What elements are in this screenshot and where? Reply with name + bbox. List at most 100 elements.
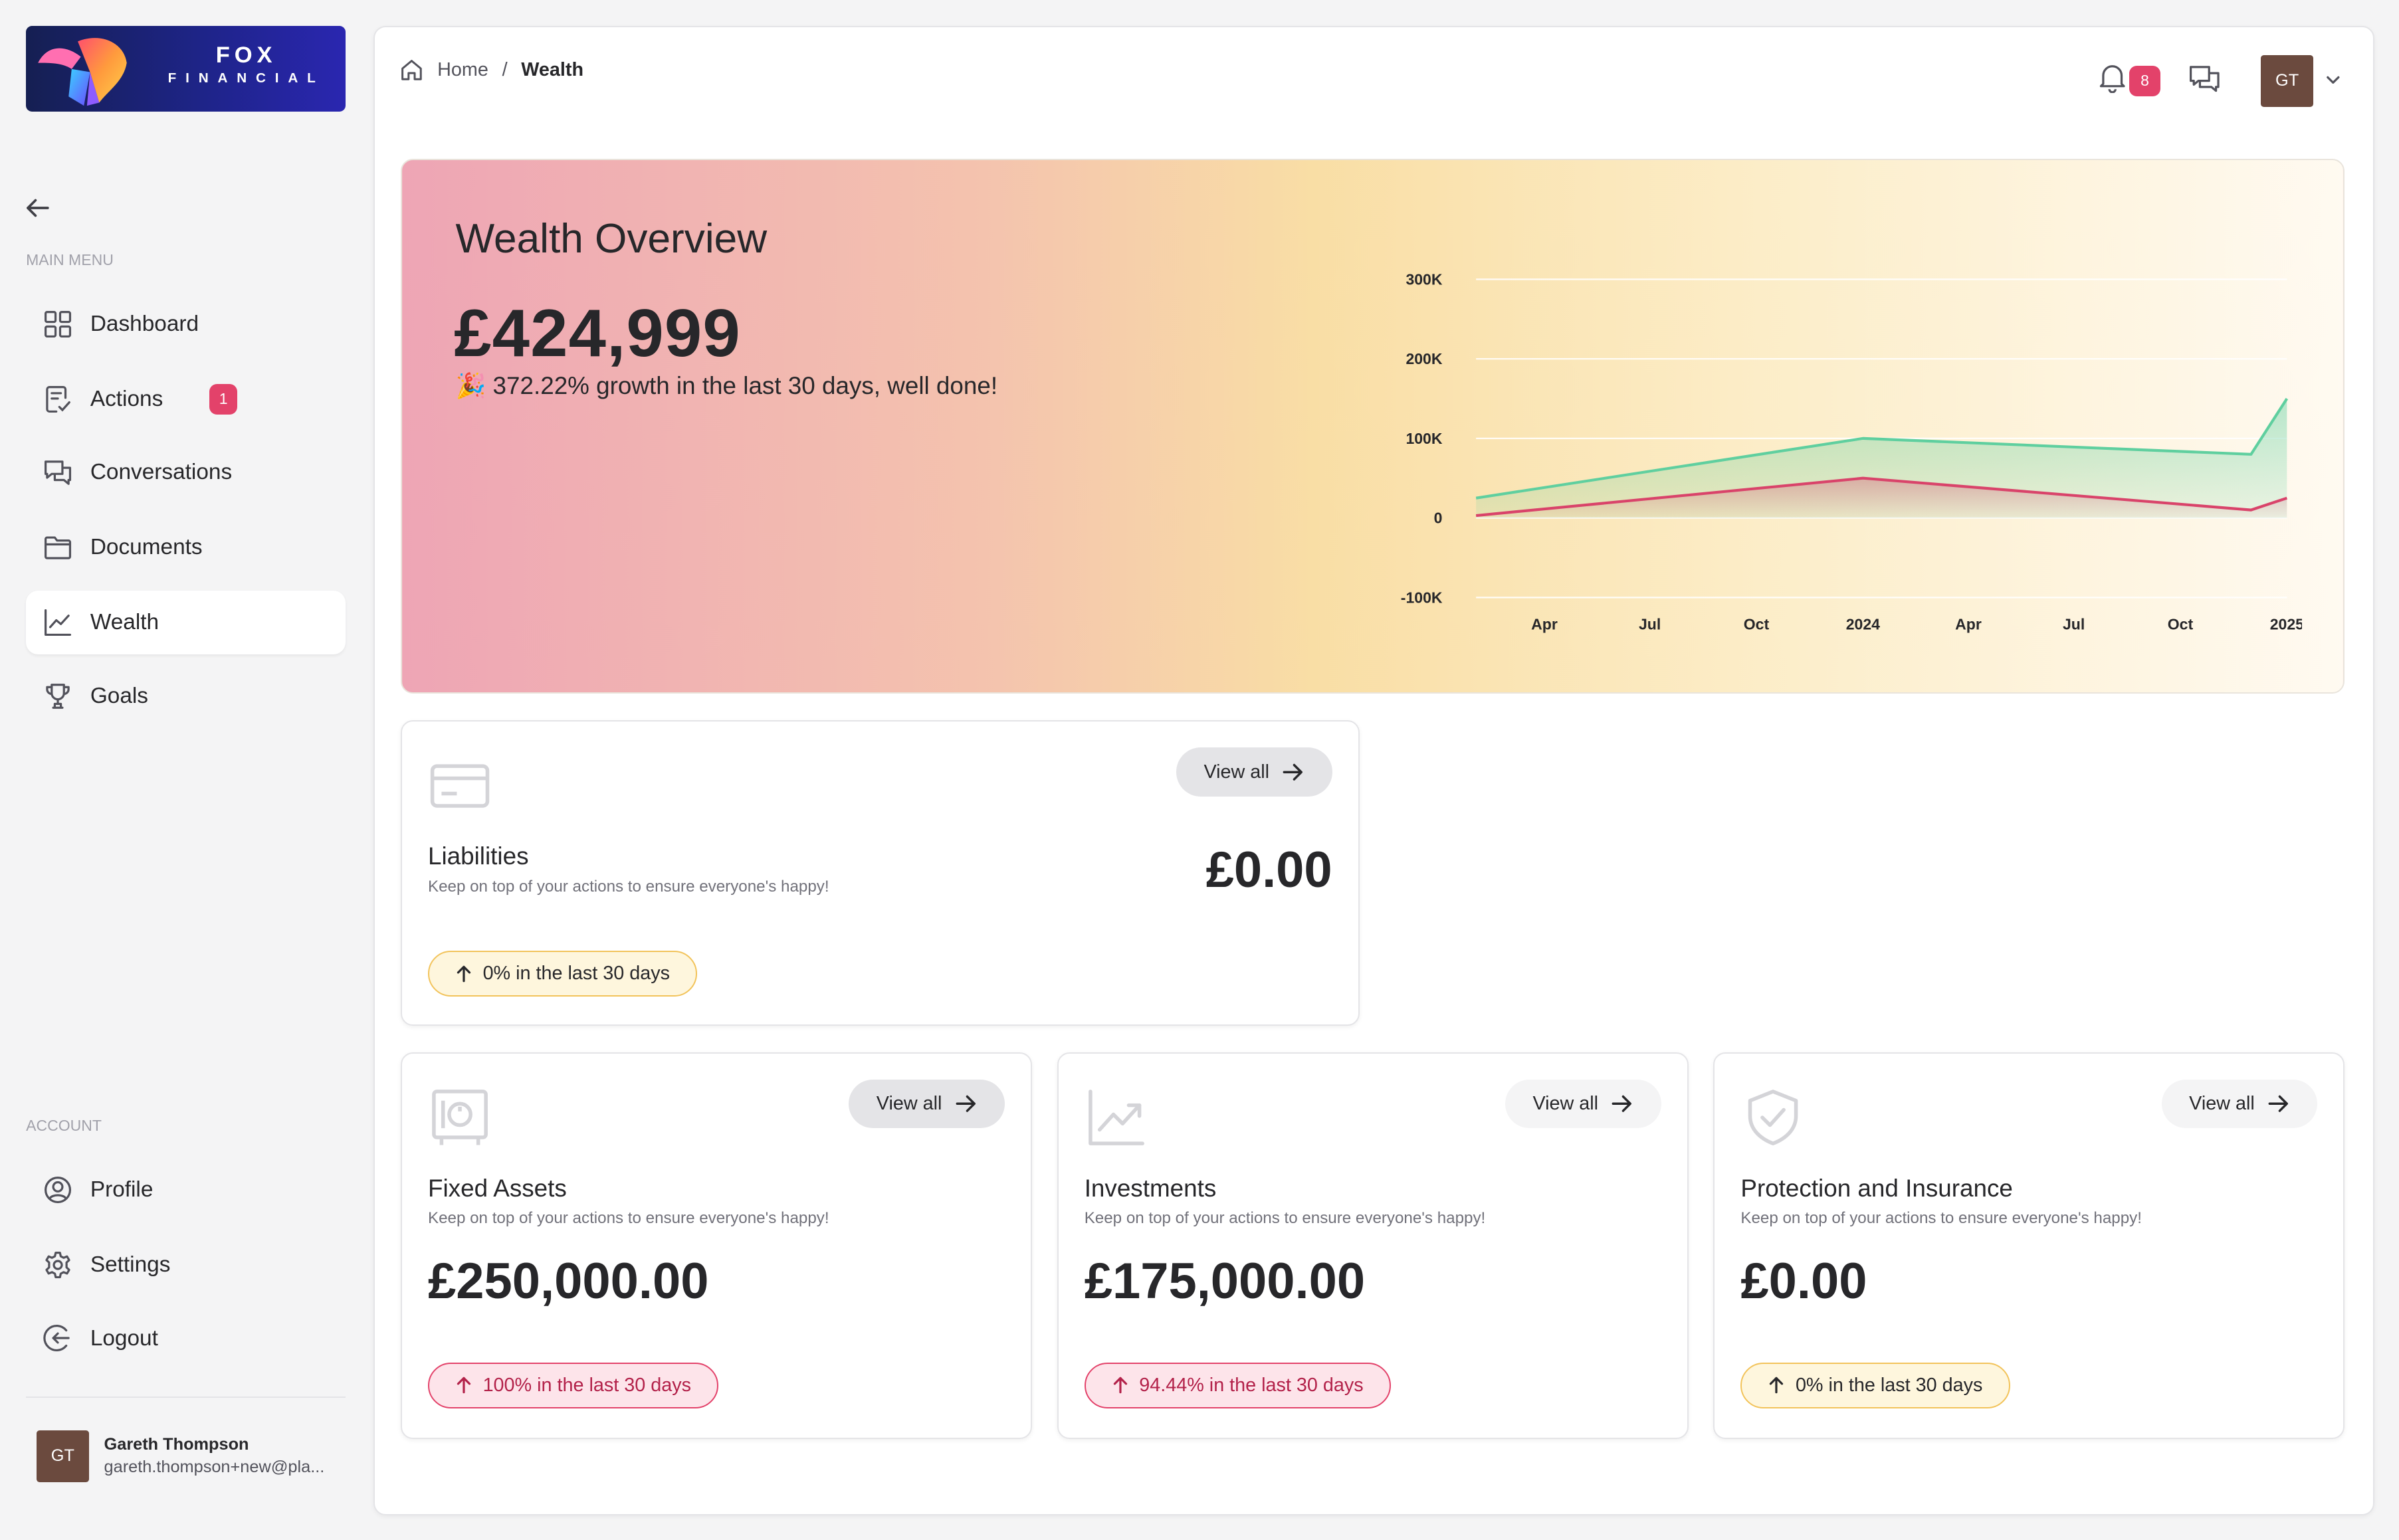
investments-change-badge: 94.44% in the last 30 days bbox=[1084, 1362, 1391, 1408]
liabilities-view-all-button[interactable]: View all bbox=[1176, 747, 1332, 797]
user-circle-icon bbox=[45, 1177, 72, 1204]
messages-icon[interactable] bbox=[2188, 62, 2222, 96]
protection-value: £0.00 bbox=[1740, 1252, 1867, 1309]
liabilities-change-badge: 0% in the last 30 days bbox=[428, 951, 698, 997]
breadcrumb: Home / Wealth bbox=[399, 58, 584, 82]
user-name: Gareth Thompson bbox=[104, 1434, 249, 1454]
arrow-right-icon bbox=[2268, 1096, 2289, 1113]
protection-change-badge: 0% in the last 30 days bbox=[1740, 1362, 2010, 1408]
gear-icon bbox=[45, 1251, 71, 1279]
y-tick-label: 100K bbox=[1406, 430, 1442, 447]
fixed-assets-card: View all Fixed Assets Keep on top of you… bbox=[400, 1052, 1033, 1439]
wealth-overview-banner: Wealth Overview £424,999 🎉 372.22% growt… bbox=[400, 159, 2345, 694]
investments-subtitle: Keep on top of your actions to ensure ev… bbox=[1084, 1209, 1486, 1228]
grid-icon bbox=[45, 311, 72, 338]
arrow-up-icon bbox=[1770, 1377, 1784, 1394]
notification-count-badge: 8 bbox=[2129, 65, 2160, 96]
arrow-up-icon bbox=[1113, 1377, 1127, 1394]
sidebar-item-label: Settings bbox=[90, 1252, 171, 1277]
x-tick-label: Oct bbox=[2168, 616, 2194, 633]
sidebar-item-goals[interactable]: Goals bbox=[26, 664, 346, 728]
sidebar-item-wealth[interactable]: Wealth bbox=[26, 590, 346, 655]
credit-card-icon bbox=[431, 764, 490, 808]
protection-subtitle: Keep on top of your actions to ensure ev… bbox=[1740, 1209, 2142, 1228]
sidebar-item-label: Actions bbox=[90, 386, 163, 411]
sidebar-item-conversations[interactable]: Conversations bbox=[26, 440, 346, 505]
sidebar-item-dashboard[interactable]: Dashboard bbox=[26, 292, 346, 357]
fox-logo-mark-icon bbox=[38, 37, 128, 106]
arrow-right-icon bbox=[1612, 1096, 1632, 1113]
growth-message: 🎉 372.22% growth in the last 30 days, we… bbox=[455, 371, 998, 399]
y-tick-label: -100K bbox=[1401, 589, 1443, 607]
main-menu-label: MAIN MENU bbox=[26, 250, 114, 268]
y-tick-label: 0 bbox=[1434, 510, 1443, 527]
breadcrumb-home-link[interactable]: Home bbox=[437, 59, 488, 81]
sidebar: FOX FINANCIAL MAIN MENU Dashboard Action… bbox=[0, 0, 373, 1540]
chevron-down-icon[interactable] bbox=[2324, 70, 2343, 89]
arrow-right-icon bbox=[1283, 763, 1303, 781]
fixed-assets-change-text: 100% in the last 30 days bbox=[482, 1374, 691, 1396]
shield-check-icon bbox=[1748, 1090, 1798, 1146]
total-wealth-value: £424,999 bbox=[454, 295, 741, 371]
sidebar-divider bbox=[26, 1396, 346, 1398]
bell-icon[interactable] bbox=[2099, 62, 2126, 94]
view-all-label: View all bbox=[876, 1093, 942, 1115]
y-tick-label: 200K bbox=[1406, 350, 1442, 367]
header-avatar[interactable]: GT bbox=[2261, 54, 2313, 107]
folder-icon bbox=[45, 536, 72, 559]
breadcrumb-separator: / bbox=[502, 59, 508, 81]
sidebar-item-settings[interactable]: Settings bbox=[26, 1233, 346, 1298]
collapse-sidebar-arrow-icon[interactable] bbox=[23, 193, 54, 223]
chart-trend-icon bbox=[1089, 1090, 1144, 1146]
liabilities-change-text: 0% in the last 30 days bbox=[482, 963, 670, 985]
actions-count-badge: 1 bbox=[209, 383, 237, 415]
view-all-label: View all bbox=[1203, 761, 1270, 783]
investments-view-all-button[interactable]: View all bbox=[1505, 1079, 1661, 1129]
investments-title: Investments bbox=[1084, 1174, 1217, 1202]
arrow-right-icon bbox=[956, 1096, 976, 1113]
liabilities-subtitle: Keep on top of your actions to ensure ev… bbox=[428, 877, 829, 896]
user-avatar[interactable]: GT bbox=[37, 1430, 89, 1482]
main-content: Home / Wealth 8 GT Wealth Overview £424,… bbox=[373, 26, 2374, 1515]
protection-title: Protection and Insurance bbox=[1740, 1174, 2013, 1202]
sidebar-item-actions[interactable]: Actions 1 bbox=[26, 367, 346, 432]
protection-insurance-card: View all Protection and Insurance Keep o… bbox=[1713, 1052, 2345, 1439]
sidebar-item-profile[interactable]: Profile bbox=[26, 1158, 346, 1222]
logo-text: FOX FINANCIAL bbox=[152, 43, 341, 86]
liabilities-card: View all Liabilities Keep on top of your… bbox=[400, 720, 1360, 1026]
view-all-label: View all bbox=[2189, 1093, 2255, 1115]
sidebar-item-logout[interactable]: Logout bbox=[26, 1306, 346, 1371]
view-all-label: View all bbox=[1532, 1093, 1599, 1115]
wealth-overview-title: Wealth Overview bbox=[455, 215, 768, 262]
sidebar-item-documents[interactable]: Documents bbox=[26, 516, 346, 580]
arrow-up-icon bbox=[457, 1377, 470, 1394]
sidebar-item-label: Conversations bbox=[90, 460, 233, 485]
x-tick-label: Jul bbox=[2063, 616, 2085, 633]
sidebar-item-label: Logout bbox=[90, 1325, 158, 1351]
trophy-icon bbox=[46, 683, 70, 709]
chart-line-icon bbox=[45, 609, 72, 636]
x-tick-label: 2024 bbox=[1846, 616, 1880, 633]
wealth-area-chart: 300K 200K 100K 0 -100K Apr Jul Oct 2024 Apr Jul Oct… bbox=[1401, 271, 2303, 633]
logout-icon bbox=[43, 1325, 70, 1352]
protection-change-text: 0% in the last 30 days bbox=[1795, 1374, 1983, 1396]
protection-view-all-button[interactable]: View all bbox=[2161, 1079, 2318, 1129]
clipboard-icon bbox=[46, 385, 71, 413]
investments-change-text: 94.44% in the last 30 days bbox=[1139, 1374, 1364, 1396]
sidebar-item-label: Documents bbox=[90, 535, 203, 560]
fixed-assets-view-all-button[interactable]: View all bbox=[849, 1079, 1005, 1129]
sidebar-item-label: Dashboard bbox=[90, 312, 199, 337]
liabilities-title: Liabilities bbox=[428, 842, 529, 870]
user-email: gareth.thompson+new@pla... bbox=[104, 1458, 325, 1477]
arrow-up-icon bbox=[457, 965, 470, 983]
fixed-assets-value: £250,000.00 bbox=[428, 1252, 709, 1309]
sidebar-item-label: Profile bbox=[90, 1177, 154, 1203]
home-icon[interactable] bbox=[399, 58, 424, 82]
fixed-assets-subtitle: Keep on top of your actions to ensure ev… bbox=[428, 1209, 829, 1228]
y-tick-label: 300K bbox=[1406, 271, 1442, 288]
sidebar-item-label: Wealth bbox=[90, 610, 159, 635]
fox-financial-logo[interactable]: FOX FINANCIAL bbox=[26, 26, 346, 112]
logo-brand-sub: FINANCIAL bbox=[167, 70, 325, 86]
breadcrumb-current: Wealth bbox=[521, 59, 584, 81]
fixed-assets-change-badge: 100% in the last 30 days bbox=[428, 1362, 719, 1408]
